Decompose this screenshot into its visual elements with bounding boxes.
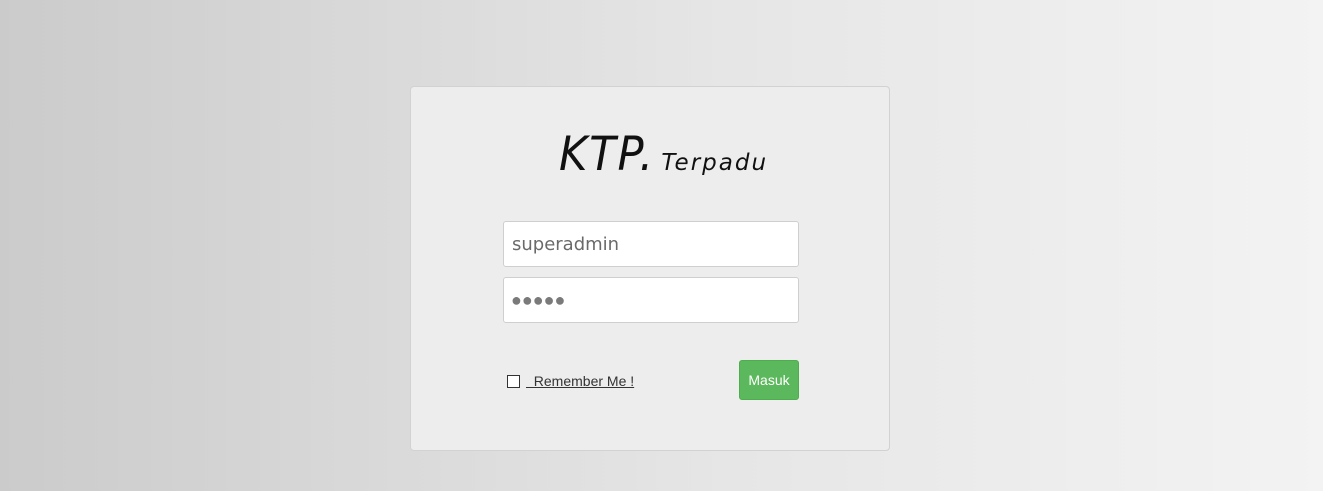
remember-label: Remember Me ! <box>526 373 635 389</box>
app-logo: KTP. Terpadu <box>559 127 768 187</box>
remember-checkbox[interactable] <box>507 374 520 388</box>
page-background: { "logo": { "main": "KTP.", "sub": "Terp… <box>0 0 1323 491</box>
masuk-button[interactable]: Masuk <box>739 360 799 400</box>
logo-main-text: KTP. <box>559 127 655 182</box>
username-input[interactable] <box>503 221 799 267</box>
password-input[interactable] <box>503 277 799 323</box>
login-card: KTP. Terpadu ●●●●● Remember Me ! Masuk <box>410 86 890 451</box>
remember-me[interactable]: Remember Me ! <box>507 373 634 389</box>
logo-sub-text: Terpadu <box>661 150 769 176</box>
